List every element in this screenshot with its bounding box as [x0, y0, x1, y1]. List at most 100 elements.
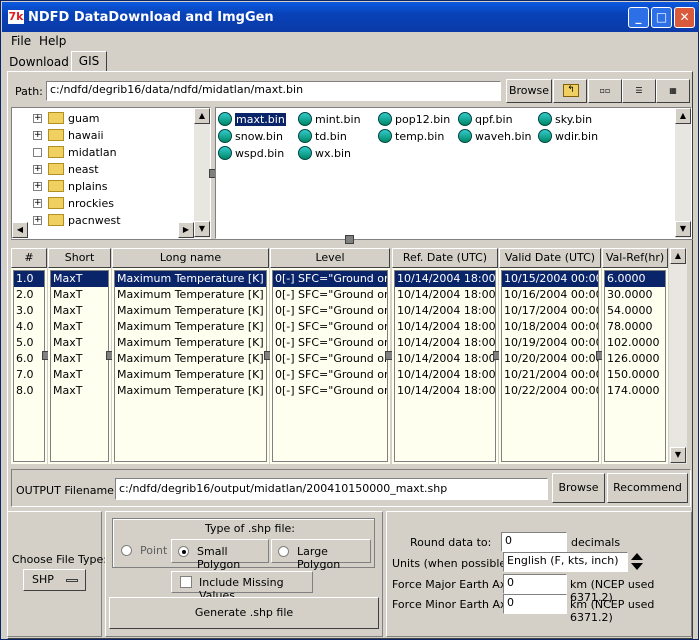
units-input[interactable]: English (F, kts, inch): [503, 552, 628, 572]
table-cell[interactable]: MaxT: [51, 287, 108, 303]
table-cell[interactable]: 6.0000: [605, 271, 665, 287]
details-view-button[interactable]: ▦: [656, 79, 690, 103]
include-missing-checkbox[interactable]: Include Missing Values: [171, 571, 313, 602]
table-cell[interactable]: 10/20/2004 00:00: [502, 351, 598, 367]
table-scroll-up[interactable]: ▲: [670, 248, 686, 264]
path-input[interactable]: c:/ndfd/degrib16/data/ndfd/midatlan/maxt…: [46, 81, 501, 101]
column-list-long[interactable]: Maximum Temperature [K] Maximum Temperatu…: [114, 270, 267, 462]
table-cell[interactable]: 174.0000: [605, 383, 665, 399]
tree-scroll-right[interactable]: ▶: [178, 222, 194, 238]
table-cell[interactable]: MaxT: [51, 367, 108, 383]
up-folder-button[interactable]: ↰: [553, 79, 587, 103]
expand-icon[interactable]: +: [33, 114, 42, 123]
radio-small-polygon[interactable]: Small Polygon: [171, 539, 269, 571]
file-list[interactable]: maxt.bin mint.bin pop12.bin qpf.bin sky.bin s…: [215, 107, 692, 239]
path-browse-button[interactable]: Browse: [506, 79, 552, 103]
file-item[interactable]: qpf.bin: [458, 112, 536, 128]
table-cell[interactable]: 10/22/2004 00:00: [502, 383, 598, 399]
table-cell[interactable]: 10/14/2004 18:00: [395, 319, 495, 335]
tree-item-neast[interactable]: + neast: [12, 161, 192, 178]
column-list-valref[interactable]: 6.0000 30.0000 54.0000 78.0000 102.0000 126.0…: [604, 270, 666, 462]
table-cell[interactable]: Maximum Temperature [K]: [115, 367, 266, 383]
expand-icon[interactable]: +: [33, 131, 42, 140]
table-cell[interactable]: 8.0: [14, 383, 44, 399]
h-splitter-handle[interactable]: [345, 235, 354, 244]
file-item[interactable]: sky.bin: [538, 112, 616, 128]
table-cell[interactable]: 7.0: [14, 367, 44, 383]
file-scroll-up[interactable]: ▲: [675, 108, 691, 124]
recommend-button[interactable]: Recommend: [607, 473, 688, 503]
tree-item-nrockies[interactable]: + nrockies: [12, 195, 192, 212]
table-cell[interactable]: Maximum Temperature [K]: [115, 383, 266, 399]
menu-file[interactable]: File: [11, 34, 31, 48]
table-cell[interactable]: Maximum Temperature [K]: [115, 335, 266, 351]
table-cell[interactable]: MaxT: [51, 271, 108, 287]
table-cell[interactable]: 10/17/2004 00:00: [502, 303, 598, 319]
expand-icon[interactable]: +: [33, 165, 42, 174]
tree-scroll-down[interactable]: ▼: [194, 221, 210, 237]
tree-vscroll[interactable]: ▲ ▼: [194, 108, 210, 238]
table-cell[interactable]: Maximum Temperature [K]: [115, 287, 266, 303]
table-cell[interactable]: 10/14/2004 18:00: [395, 351, 495, 367]
tree-item-midatlan[interactable]: midatlan: [12, 144, 192, 161]
file-item[interactable]: wx.bin: [298, 146, 376, 162]
expand-icon[interactable]: +: [33, 216, 42, 225]
table-cell[interactable]: 0[-] SFC="Ground or wa: [273, 335, 387, 351]
table-cell[interactable]: 0[-] SFC="Ground or wa: [273, 383, 387, 399]
tree-leaf-box-icon[interactable]: [33, 148, 42, 157]
table-cell[interactable]: 78.0000: [605, 319, 665, 335]
column-list-num[interactable]: 1.0 2.0 3.0 4.0 5.0 6.0 7.0 8.0: [13, 270, 45, 462]
column-list-level[interactable]: 0[-] SFC="Ground or wa0[-] SFC="Ground o…: [272, 270, 388, 462]
round-input[interactable]: 0: [501, 532, 567, 552]
table-cell[interactable]: 10/14/2004 18:00: [395, 335, 495, 351]
file-item[interactable]: snow.bin: [218, 129, 296, 145]
file-item[interactable]: waveh.bin: [458, 129, 536, 145]
table-cell[interactable]: MaxT: [51, 303, 108, 319]
table-cell[interactable]: MaxT: [51, 383, 108, 399]
table-cell[interactable]: Maximum Temperature [K]: [115, 351, 266, 367]
table-cell[interactable]: 2.0: [14, 287, 44, 303]
column-header-level[interactable]: Level: [270, 248, 390, 268]
generate-shp-button[interactable]: Generate .shp file: [109, 597, 379, 629]
table-cell[interactable]: 10/18/2004 00:00: [502, 319, 598, 335]
file-item[interactable]: maxt.bin: [218, 112, 296, 128]
units-spinner[interactable]: [629, 552, 645, 572]
table-cell[interactable]: 10/16/2004 00:00: [502, 287, 598, 303]
output-browse-button[interactable]: Browse: [552, 473, 605, 503]
table-cell[interactable]: 30.0000: [605, 287, 665, 303]
column-header-valid[interactable]: Valid Date (UTC): [499, 248, 601, 268]
table-cell[interactable]: 0[-] SFC="Ground or wa: [273, 351, 387, 367]
file-item[interactable]: wdir.bin: [538, 129, 616, 145]
table-cell[interactable]: 10/21/2004 00:00: [502, 367, 598, 383]
table-cell[interactable]: 6.0: [14, 351, 44, 367]
table-cell[interactable]: 5.0: [14, 335, 44, 351]
maximize-button[interactable]: □: [651, 7, 672, 28]
tree-item-guam[interactable]: + guam: [12, 110, 192, 127]
table-cell[interactable]: 10/14/2004 18:00: [395, 383, 495, 399]
table-scroll-down[interactable]: ▼: [670, 447, 686, 463]
table-cell[interactable]: 0[-] SFC="Ground or wa: [273, 303, 387, 319]
table-vscroll[interactable]: ▲ ▼: [669, 248, 687, 464]
table-cell[interactable]: Maximum Temperature [K]: [115, 319, 266, 335]
file-item[interactable]: wspd.bin: [218, 146, 296, 162]
table-cell[interactable]: 0[-] SFC="Ground or wa: [273, 367, 387, 383]
table-cell[interactable]: MaxT: [51, 319, 108, 335]
tree-scroll-up[interactable]: ▲: [194, 108, 210, 124]
table-cell[interactable]: MaxT: [51, 335, 108, 351]
column-list-short[interactable]: MaxT MaxT MaxT MaxT MaxT MaxT MaxT MaxT: [50, 270, 109, 462]
output-filename-input[interactable]: c:/ndfd/degrib16/output/midatlan/2004101…: [115, 478, 548, 500]
column-header-short[interactable]: Short name: [48, 248, 111, 282]
expand-icon[interactable]: +: [33, 182, 42, 191]
column-header-long[interactable]: Long name: [112, 248, 269, 268]
spinner-up-icon[interactable]: [631, 553, 643, 560]
column-list-valid[interactable]: 10/15/2004 00:00 10/16/2004 00:00 10/17/20…: [501, 270, 599, 462]
radio-large-polygon[interactable]: Large Polygon: [271, 539, 371, 571]
list-view-button[interactable]: ☰: [622, 79, 656, 103]
tree-scroll-left[interactable]: ◀: [12, 222, 28, 238]
table-cell[interactable]: Maximum Temperature [K]: [115, 271, 266, 287]
tree-item-pacnwest[interactable]: + pacnwest: [12, 212, 192, 229]
table-cell[interactable]: 10/19/2004 00:00: [502, 335, 598, 351]
table-cell[interactable]: 0[-] SFC="Ground or wa: [273, 319, 387, 335]
table-cell[interactable]: 10/15/2004 00:00: [502, 271, 598, 287]
table-cell[interactable]: 10/14/2004 18:00: [395, 271, 495, 287]
